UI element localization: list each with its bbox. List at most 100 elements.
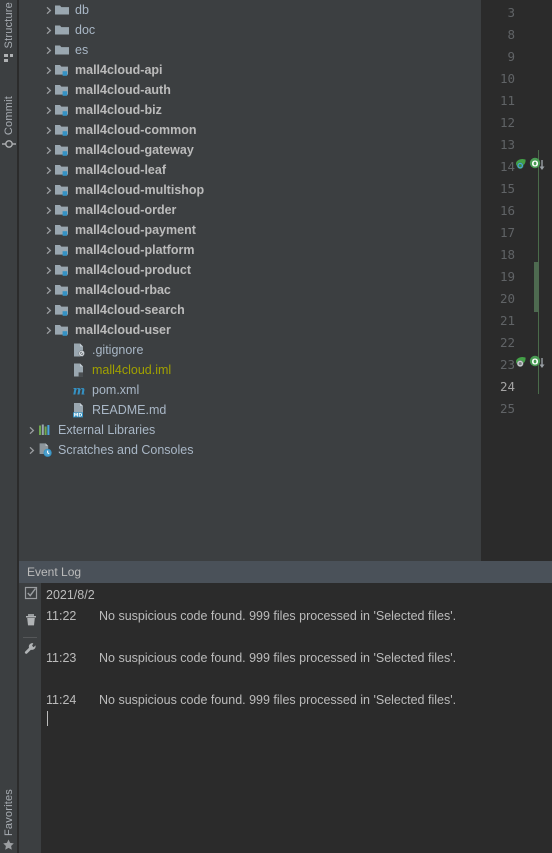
module-folder-icon (54, 322, 70, 338)
module-folder-icon (54, 262, 70, 278)
tree-row-label: mall4cloud-payment (75, 223, 196, 237)
event-log-title: Event Log (27, 565, 82, 579)
tree-row[interactable]: m pom.xml (19, 380, 481, 400)
sidebar-tab-commit[interactable]: Commit (0, 96, 18, 151)
editor-pane[interactable]: 3 8 9 10 11 12 13 14 15 16 17 18 19 20 21 22 23 24 25 O (481, 0, 552, 561)
tree-row[interactable]: mall4cloud-biz (19, 100, 481, 120)
tree-row[interactable]: mall4cloud-user (19, 320, 481, 340)
tree-row[interactable]: mall4cloud-payment (19, 220, 481, 240)
chevron-right-icon[interactable] (42, 140, 54, 160)
chevron-right-icon[interactable] (42, 200, 54, 220)
tree-row[interactable]: mall4cloud-order (19, 200, 481, 220)
line-number: 22 (499, 335, 515, 350)
tree-row-label: mall4cloud-leaf (75, 163, 166, 177)
tree-row-label: es (75, 43, 89, 57)
tree-row[interactable]: mall4cloud.iml (19, 360, 481, 380)
event-log-header[interactable]: Event Log (19, 561, 552, 583)
chevron-right-icon[interactable] (25, 440, 37, 460)
tree-row[interactable]: External Libraries (19, 420, 481, 440)
tree-row[interactable]: .gitignore (19, 340, 481, 360)
tree-row[interactable]: mall4cloud-api (19, 60, 481, 80)
event-log-entry[interactable]: 11:22 No suspicious code found. 999 files… (46, 609, 456, 623)
sidebar-tab-favorites[interactable]: Favorites (0, 789, 18, 852)
chevron-right-icon[interactable] (25, 420, 37, 440)
folder-icon (54, 2, 70, 18)
event-log-entry[interactable]: 11:24 No suspicious code found. 999 files… (46, 693, 456, 707)
sidebar-tab-structure[interactable]: Structure (0, 2, 18, 64)
tree-row[interactable]: mall4cloud-product (19, 260, 481, 280)
tree-row-label: mall4cloud-biz (75, 103, 162, 117)
chevron-right-icon[interactable] (42, 180, 54, 200)
event-log-entry-message: No suspicious code found. 999 files proc… (99, 651, 457, 665)
chevron-right-icon[interactable] (42, 60, 54, 80)
tree-row[interactable]: mall4cloud-gateway (19, 140, 481, 160)
tree-row-label: mall4cloud-api (75, 63, 163, 77)
chevron-right-icon[interactable] (42, 220, 54, 240)
vcs-change-marker[interactable] (534, 262, 539, 312)
chevron-right-icon[interactable] (42, 40, 54, 60)
settings-button[interactable] (22, 643, 39, 660)
tree-row-label: mall4cloud-user (75, 323, 171, 337)
chevron-right-icon[interactable] (42, 20, 54, 40)
tree-row-label: pom.xml (92, 383, 140, 397)
sidebar-tab-structure-label: Structure (3, 2, 15, 49)
tree-row[interactable]: mall4cloud-rbac (19, 280, 481, 300)
maven-file-icon: m (71, 382, 87, 398)
tree-row[interactable]: mall4cloud-multishop (19, 180, 481, 200)
tree-row[interactable]: mall4cloud-leaf (19, 160, 481, 180)
line-number: 12 (499, 115, 515, 130)
mark-all-read-button[interactable] (22, 586, 39, 604)
project-tree-panel[interactable]: db doc es mall4cloud-api mall4cloud-auth mall… (19, 0, 481, 561)
event-log-entry[interactable]: 11:23 No suspicious code found. 999 files… (46, 651, 456, 665)
tree-row[interactable]: MD README.md (19, 400, 481, 420)
tree-row[interactable]: mall4cloud-search (19, 300, 481, 320)
tree-row[interactable]: es (19, 40, 481, 60)
module-folder-icon (54, 182, 70, 198)
chevron-right-icon[interactable] (42, 280, 54, 300)
idea-window: Structure Commit Favorites db doc es mal… (0, 0, 552, 853)
line-number: 17 (499, 225, 515, 240)
sidebar-tab-favorites-label: Favorites (3, 789, 15, 837)
module-folder-icon (54, 162, 70, 178)
chevron-right-icon[interactable] (42, 320, 54, 340)
chevron-right-icon[interactable] (42, 120, 54, 140)
gitignore-file-icon (71, 342, 87, 358)
line-number: 25 (499, 401, 515, 416)
scratches-icon (37, 442, 53, 458)
tree-row[interactable]: mall4cloud-auth (19, 80, 481, 100)
chevron-right-icon[interactable] (42, 80, 54, 100)
event-log-date-header: 2021/8/2 (46, 588, 95, 602)
tree-row-label: mall4cloud.iml (92, 363, 172, 377)
line-number: 18 (499, 247, 515, 262)
chevron-right-icon[interactable] (42, 0, 54, 20)
module-folder-icon (54, 142, 70, 158)
chevron-right-icon[interactable] (42, 100, 54, 120)
libraries-icon (37, 422, 53, 438)
chevron-right-icon[interactable] (42, 240, 54, 260)
markdown-file-icon: MD (71, 402, 87, 419)
gutter-markers-line-14[interactable]: O (514, 154, 550, 176)
event-log-entry-time: 11:22 (46, 609, 77, 623)
line-number: 24 (499, 379, 515, 394)
line-number: 21 (499, 313, 515, 328)
tree-row-label: mall4cloud-auth (75, 83, 171, 97)
chevron-right-icon[interactable] (42, 260, 54, 280)
tree-row[interactable]: doc (19, 20, 481, 40)
module-folder-icon (54, 302, 70, 318)
svg-text:m: m (73, 384, 86, 398)
clear-all-button[interactable] (22, 614, 39, 631)
event-log-content[interactable]: 2021/8/2 11:22 No suspicious code found. … (41, 583, 552, 853)
favorites-icon (2, 838, 16, 852)
chevron-right-icon[interactable] (42, 300, 54, 320)
event-log-toolbar (19, 583, 41, 853)
tree-row[interactable]: Scratches and Consoles (19, 440, 481, 460)
tree-row[interactable]: mall4cloud-common (19, 120, 481, 140)
chevron-right-icon[interactable] (42, 160, 54, 180)
tree-row[interactable]: db (19, 0, 481, 20)
line-number: 16 (499, 203, 515, 218)
gutter-markers-line-23[interactable]: O (514, 352, 550, 374)
tree-row[interactable]: mall4cloud-platform (19, 240, 481, 260)
tree-row-label: mall4cloud-product (75, 263, 191, 277)
line-number: 20 (499, 291, 515, 306)
